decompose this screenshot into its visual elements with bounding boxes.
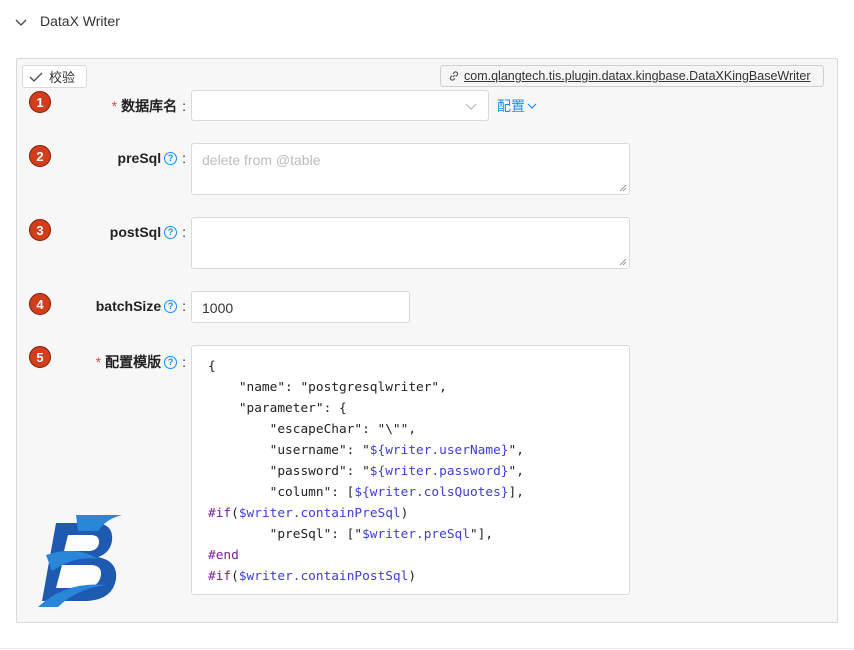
code-line: "escapeChar": "\"", xyxy=(208,422,417,437)
resize-handle-icon[interactable] xyxy=(619,184,627,192)
question-circle-icon[interactable]: ? xyxy=(164,225,178,239)
config-dropdown-link[interactable]: 配置 xyxy=(497,96,537,116)
label-colon: : xyxy=(182,224,186,240)
chevron-down-icon xyxy=(15,19,27,26)
code-line: { xyxy=(208,359,216,374)
panel-title: DataX Writer xyxy=(40,13,120,29)
field-label-presql: preSql ? : xyxy=(60,150,186,166)
field-label-text: 配置模版 xyxy=(105,354,162,370)
plugin-class-tag[interactable]: com.qlangtech.tis.plugin.datax.kingbase.… xyxy=(440,65,824,87)
template-code-editor[interactable]: { "name": "postgresqlwriter", "parameter… xyxy=(191,345,630,595)
label-colon: : xyxy=(182,150,186,166)
resize-handle-icon[interactable] xyxy=(619,258,627,266)
divider xyxy=(0,648,854,649)
step-badge-2: 2 xyxy=(29,145,51,167)
code-line: "column": [${writer.colsQuotes}], xyxy=(208,485,524,500)
chevron-down-icon xyxy=(465,103,477,110)
label-colon: : xyxy=(182,298,186,314)
database-select[interactable] xyxy=(191,90,489,121)
code-line: #end xyxy=(208,548,239,563)
field-label-text: batchSize xyxy=(95,298,162,314)
label-colon: : xyxy=(182,98,186,114)
step-badge-3: 3 xyxy=(29,219,51,241)
field-label-text: preSql xyxy=(117,150,162,166)
code-line: #if($writer.containPostSql) xyxy=(208,569,417,584)
code-line: "parameter": { xyxy=(208,401,347,416)
presql-textarea[interactable]: delete from @table xyxy=(191,143,630,195)
verify-label: 校验 xyxy=(49,70,76,85)
required-mark: * xyxy=(111,98,118,114)
field-label-text: postSql xyxy=(109,224,162,240)
required-mark: * xyxy=(95,354,102,370)
code-line: "name": "postgresqlwriter", xyxy=(208,380,447,395)
label-colon: : xyxy=(182,354,186,370)
field-label-database: * 数据库名 : xyxy=(60,96,186,116)
brand-logo xyxy=(38,515,122,607)
check-icon xyxy=(29,72,43,82)
step-badge-1: 1 xyxy=(29,91,51,113)
presql-placeholder: delete from @table xyxy=(202,152,321,168)
field-label-text: 数据库名 xyxy=(121,98,178,114)
step-badge-5: 5 xyxy=(29,346,51,368)
verify-button[interactable]: 校验 xyxy=(22,65,87,88)
plugin-class-name: com.qlangtech.tis.plugin.datax.kingbase.… xyxy=(464,69,811,83)
field-label-batchsize: batchSize ? : xyxy=(60,298,186,314)
code-line: "username": "${writer.userName}", xyxy=(208,443,524,458)
code-line: "password": "${writer.password}", xyxy=(208,464,524,479)
code-line: "preSql": ["$writer.preSql"], xyxy=(208,527,494,542)
step-badge-4: 4 xyxy=(29,293,51,315)
batchsize-input[interactable]: 1000 xyxy=(191,291,410,323)
question-circle-icon[interactable]: ? xyxy=(164,299,178,313)
postsql-textarea[interactable] xyxy=(191,217,630,269)
link-icon xyxy=(449,71,459,81)
config-link-label: 配置 xyxy=(497,98,525,114)
code-line: #if($writer.containPreSql) xyxy=(208,506,409,521)
field-label-postsql: postSql ? : xyxy=(60,224,186,240)
field-label-template: * 配置模版 ? : xyxy=(60,352,186,372)
chevron-down-icon xyxy=(527,103,537,109)
question-circle-icon[interactable]: ? xyxy=(164,355,178,369)
question-circle-icon[interactable]: ? xyxy=(164,151,178,165)
collapse-header[interactable]: DataX Writer xyxy=(0,0,854,44)
